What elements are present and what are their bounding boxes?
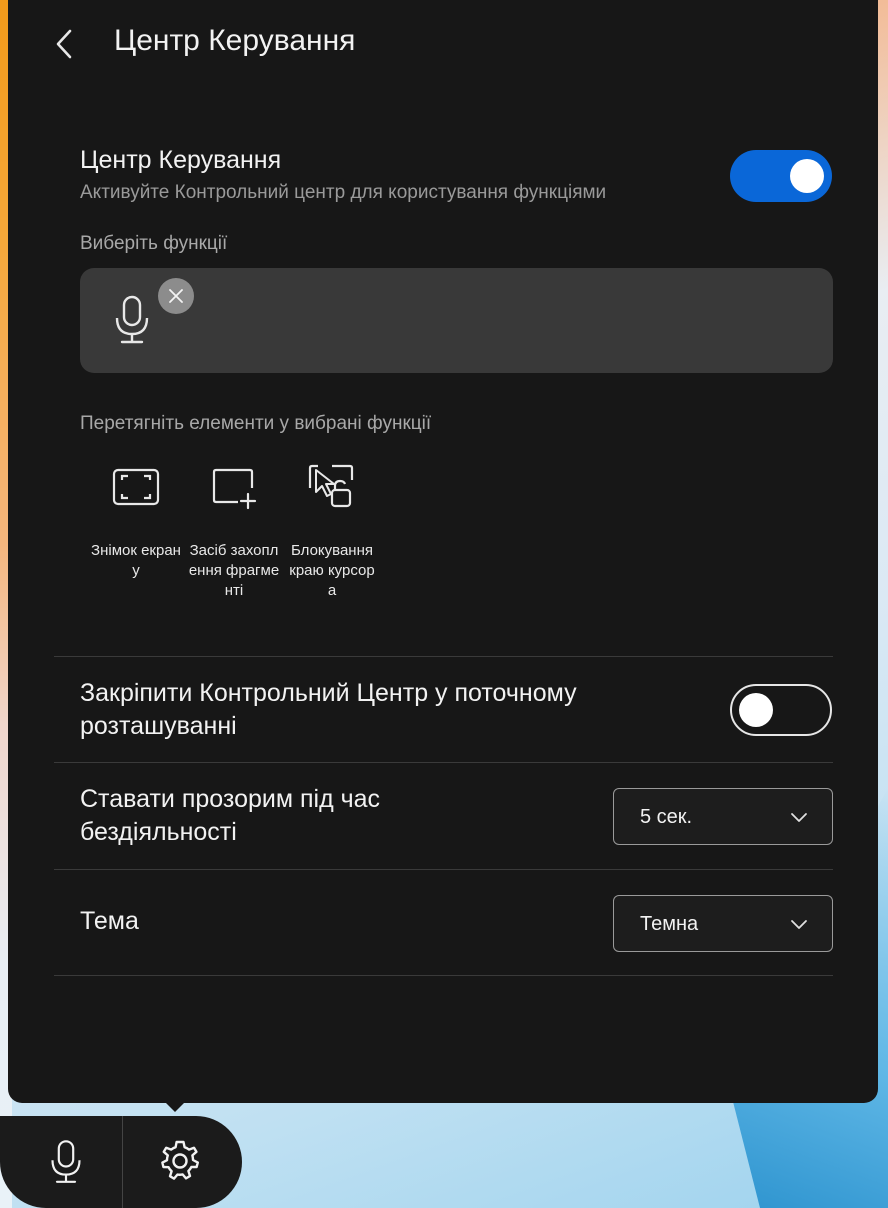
close-icon	[169, 289, 183, 303]
selected-features-box	[80, 268, 833, 373]
divider	[54, 656, 833, 657]
divider	[54, 869, 833, 870]
selected-features-label: Виберіть функції	[80, 233, 228, 254]
divider	[54, 975, 833, 976]
back-button[interactable]	[44, 24, 84, 64]
control-center-description: Активуйте Контрольний центр для користув…	[80, 182, 607, 203]
cursor-edge-lock-icon	[308, 464, 354, 508]
page-title: Центр Керування	[114, 24, 356, 57]
pin-toggle[interactable]	[730, 684, 832, 736]
header: Центр Керування	[8, 0, 878, 86]
snipping-tool-icon	[212, 468, 257, 510]
theme-select[interactable]: Темна	[613, 895, 833, 952]
selected-feature-item[interactable]	[112, 294, 162, 350]
remove-feature-button[interactable]	[158, 278, 194, 314]
panel-pointer	[164, 1101, 186, 1112]
available-features-label: Перетягніть елементи у вибрані функції	[80, 413, 432, 434]
settings-button[interactable]	[120, 1116, 240, 1208]
theme-value: Темна	[640, 913, 699, 935]
divider	[54, 762, 833, 763]
feature-label: Засіб захоплення фрагменті	[188, 542, 280, 599]
screenshot-icon	[112, 468, 160, 506]
control-center-title: Центр Керування	[80, 146, 282, 174]
microphone-icon	[51, 1140, 81, 1183]
feature-cursor-edge-lock[interactable]: Блокування краю курсора	[286, 462, 378, 601]
microphone-button[interactable]	[6, 1116, 126, 1208]
transparency-select[interactable]: 5 сек.	[613, 788, 833, 845]
theme-setting-label: Тема	[80, 907, 139, 935]
feature-snipping-tool[interactable]: Засіб захоплення фрагменті	[188, 462, 280, 601]
feature-label: Знімок екрану	[91, 542, 181, 579]
feature-screenshot[interactable]: Знімок екрану	[90, 462, 182, 581]
gear-icon	[161, 1140, 199, 1180]
chevron-down-icon	[791, 920, 807, 929]
control-center-bar	[0, 1116, 242, 1208]
transparency-setting-label: Ставати прозорим під час бездіяльності	[80, 785, 381, 846]
chevron-left-icon	[56, 29, 72, 59]
control-center-toggle[interactable]	[730, 150, 832, 202]
feature-label: Блокування краю курсора	[289, 542, 375, 599]
control-center-settings-panel: Центр Керування Центр Керування Активуйт…	[8, 0, 878, 1103]
toggle-knob	[739, 693, 773, 727]
pin-setting-label: Закріпити Контрольний Центр у поточному …	[80, 679, 577, 740]
transparency-value: 5 сек.	[640, 806, 693, 828]
toggle-knob	[790, 159, 824, 193]
microphone-icon	[115, 295, 149, 344]
chevron-down-icon	[791, 813, 807, 822]
